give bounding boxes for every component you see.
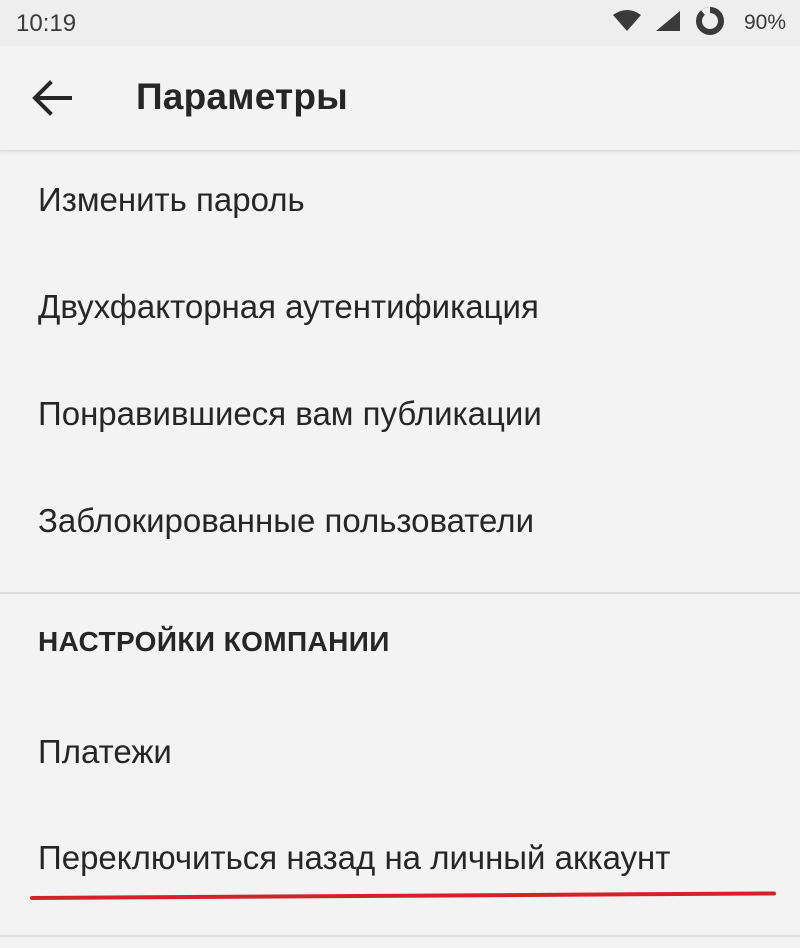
signal-icon (654, 9, 682, 38)
menu-item-label: Переключиться назад на личный аккаунт (38, 839, 671, 876)
back-button[interactable] (24, 72, 80, 128)
page-title: Параметры (136, 76, 348, 117)
wifi-icon (612, 9, 642, 38)
status-icons: 90% (612, 6, 786, 40)
battery-percentage: 90% (743, 11, 786, 34)
bottom-divider (0, 935, 800, 937)
section-divider (0, 592, 800, 594)
battery-ring-icon (694, 5, 726, 42)
menu-item-two-factor-auth[interactable]: Двухфакторная аутентификация (0, 257, 800, 357)
menu-item-label: Платежи (38, 733, 172, 770)
menu-item-label: Двухфакторная аутентификация (38, 288, 539, 325)
status-bar: 10:19 90% (0, 0, 800, 46)
menu-item-payments[interactable]: Платежи (0, 702, 800, 802)
menu-item-label: Изменить пароль (38, 181, 305, 218)
arrow-left-icon (32, 79, 72, 121)
menu-item-label: Понравившиеся вам публикации (38, 395, 542, 432)
section-header-company-settings: НАСТРОЙКИ КОМПАНИИ (38, 626, 390, 657)
settings-screen: 10:19 90% Параметры Изменить пароль Двух… (0, 0, 800, 948)
menu-item-change-password[interactable]: Изменить пароль (0, 150, 800, 250)
menu-item-blocked-users[interactable]: Заблокированные пользователи (0, 471, 800, 571)
menu-item-liked-posts[interactable]: Понравившиеся вам публикации (0, 364, 800, 464)
status-time: 10:19 (16, 10, 77, 37)
toolbar: Параметры (0, 46, 800, 151)
menu-item-label: Заблокированные пользователи (38, 502, 534, 539)
